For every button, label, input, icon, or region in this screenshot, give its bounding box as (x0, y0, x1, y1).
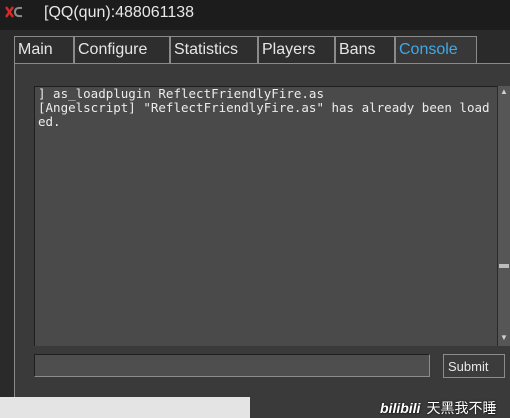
tab-label: Console (399, 41, 458, 58)
scroll-up-arrow-icon[interactable]: ▲ (498, 86, 510, 98)
watermark: bilibili 天黑我不睡 (380, 398, 510, 418)
tab-label: Players (262, 41, 316, 58)
console-output[interactable]: ] as_loadplugin ReflectFriendlyFire.as [… (34, 86, 497, 346)
tab-configure[interactable]: Configure (74, 36, 170, 63)
scroll-down-arrow-icon[interactable]: ▼ (498, 332, 510, 344)
tab-main[interactable]: Main (14, 36, 74, 63)
app-logo-icon (5, 6, 23, 18)
console-command-input[interactable] (34, 354, 430, 377)
title-bar: [QQ(qun):488061138 (0, 0, 510, 30)
bilibili-logo-icon: bilibili (380, 400, 421, 416)
tab-players[interactable]: Players (258, 36, 335, 63)
tab-bar: Main Configure Statistics Players Bans C… (0, 36, 510, 64)
tab-statistics[interactable]: Statistics (170, 36, 258, 63)
tab-label: Configure (78, 41, 148, 58)
console-scrollbar[interactable]: ▲ ▼ (497, 86, 510, 346)
bottom-strip (0, 397, 250, 418)
tab-label: Main (18, 41, 53, 58)
tab-label: Bans (339, 41, 376, 58)
scroll-thumb[interactable] (499, 264, 509, 268)
tab-console[interactable]: Console (395, 36, 477, 63)
tab-bans[interactable]: Bans (335, 36, 395, 63)
watermark-text: 天黑我不睡 (426, 400, 497, 416)
submit-button[interactable]: Submit (443, 354, 505, 378)
window-title: [QQ(qun):488061138 (44, 4, 195, 21)
tab-label: Statistics (174, 41, 239, 58)
